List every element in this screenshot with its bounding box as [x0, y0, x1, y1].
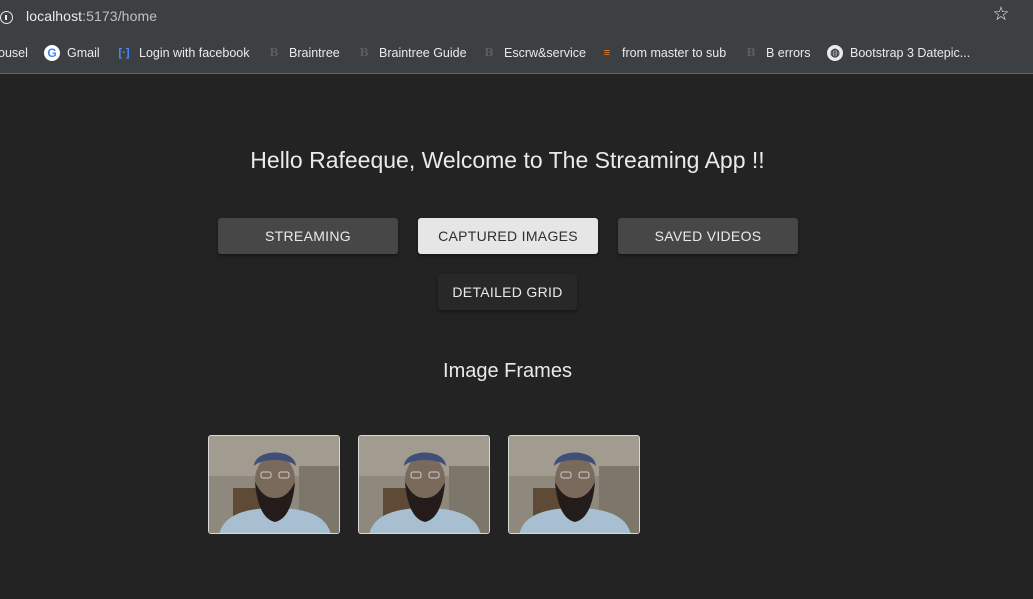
globe-icon: ◍ [827, 45, 843, 61]
image-frame[interactable] [508, 435, 640, 534]
bookmark-star-icon[interactable]: ☆ [991, 5, 1011, 25]
saved-videos-button[interactable]: SAVED VIDEOS [618, 218, 798, 254]
streaming-button[interactable]: STREAMING [218, 218, 398, 254]
b-icon: B [359, 46, 369, 59]
bookmark-label: Login with facebook [139, 46, 250, 60]
url-text[interactable]: localhost:5173/home [26, 8, 157, 24]
facebook-icon: [·] [118, 47, 130, 59]
captured-frame-image [509, 436, 639, 533]
info-icon[interactable] [0, 11, 13, 24]
bookmark-item-datepicker[interactable]: ◍ Bootstrap 3 Datepic... [827, 45, 970, 61]
captured-frame-image [209, 436, 339, 533]
bookmark-label: Braintree [289, 46, 340, 60]
b-icon: B [484, 46, 494, 59]
bookmark-label: ousel [0, 46, 28, 60]
bookmark-label: Braintree Guide [379, 46, 467, 60]
bookmark-item-master-sub[interactable]: ≡ from master to sub [599, 45, 726, 61]
bookmark-label: Escrw&service [504, 46, 586, 60]
bookmark-item-escrow[interactable]: B Escrw&service [481, 45, 586, 61]
bookmark-item[interactable]: ousel [0, 45, 28, 61]
bookmark-item-facebook[interactable]: [·] Login with facebook [116, 45, 250, 61]
url-path: :5173/home [82, 8, 158, 24]
image-frame[interactable] [358, 435, 490, 534]
bookmark-label: from master to sub [622, 46, 727, 60]
b-icon: B [746, 46, 756, 59]
b-icon: B [269, 46, 279, 59]
address-bar: localhost:5173/home ☆ [0, 0, 1033, 33]
captured-images-button[interactable]: CAPTURED IMAGES [418, 218, 598, 254]
bookmark-item-errors[interactable]: B B errors [743, 45, 810, 61]
captured-frame-image [359, 436, 489, 533]
bookmark-item-braintree[interactable]: B Braintree [266, 45, 340, 61]
bookmark-label: B errors [766, 46, 811, 60]
url-host: localhost [26, 8, 83, 24]
image-frames-title: Image Frames [443, 360, 572, 382]
image-frame[interactable] [208, 435, 340, 534]
stackoverflow-icon: ≡ [603, 47, 611, 59]
bookmark-label: Gmail [67, 46, 100, 60]
bookmarks-bar: ousel G Gmail [·] Login with facebook B … [0, 33, 1033, 74]
welcome-heading: Hello Rafeeque, Welcome to The Streaming… [250, 147, 765, 173]
bookmark-item-braintree-guide[interactable]: B Braintree Guide [356, 45, 467, 61]
bookmark-label: Bootstrap 3 Datepic... [850, 46, 971, 60]
google-icon: G [44, 45, 60, 61]
bookmark-item-gmail[interactable]: G Gmail [44, 45, 100, 61]
detailed-grid-button[interactable]: DETAILED GRID [438, 274, 577, 310]
